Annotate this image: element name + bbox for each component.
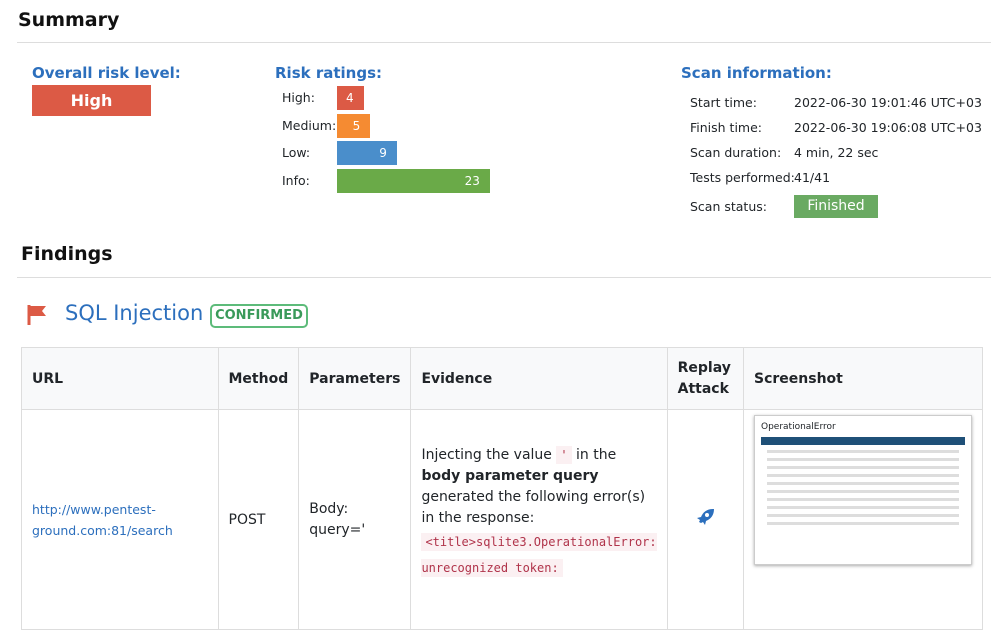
evidence-error: <title>sqlite3.OperationalError: unrecog… [421, 533, 657, 577]
rating-bar-high: 4 [337, 86, 364, 110]
divider [17, 42, 991, 43]
method-cell: POST [217, 409, 300, 630]
evidence-parameter: body parameter query [421, 468, 599, 484]
col-parameters: Parameters [298, 347, 412, 410]
evidence-text: Injecting the value [421, 447, 557, 463]
rating-bar-info: 23 [337, 168, 490, 193]
vulnerability-title: SQL Injection [65, 301, 204, 325]
scan-info-value: 2022-06-30 19:01:46 UTC+03 [794, 95, 982, 110]
scan-info-label: Tests performed: [690, 170, 795, 185]
finding-url-link[interactable]: http://www.pentest-ground.com:81/search [32, 502, 173, 538]
parameters-cell: Body: query=' [298, 409, 412, 630]
confirmed-badge: CONFIRMED [210, 304, 308, 328]
overall-risk-badge: High [32, 85, 151, 116]
evidence-cell: Injecting the value ' in the body parame… [410, 409, 668, 630]
overall-risk-label: Overall risk level: [32, 64, 181, 82]
col-replay-attack: Replay Attack [666, 347, 745, 410]
scan-info-label: Scan duration: [690, 145, 782, 160]
screenshot-thumbnail[interactable]: OperationalError [754, 414, 972, 565]
rating-label: Medium: [282, 117, 337, 133]
col-screenshot: Screenshot [743, 347, 983, 410]
findings-title: Findings [21, 243, 113, 265]
rating-bar-medium: 5 [337, 113, 371, 138]
rocket-icon[interactable] [693, 506, 717, 530]
scan-info-label: Start time: [690, 95, 757, 110]
scan-info-label: Scan status: [690, 199, 767, 214]
table-header-row: URL Method Parameters Evidence Replay At… [21, 347, 983, 410]
divider [17, 277, 991, 278]
risk-ratings-label: Risk ratings: [275, 64, 382, 82]
summary-title: Summary [18, 9, 120, 31]
scan-info-value: 41/41 [794, 170, 831, 185]
scan-info-label: Finish time: [690, 120, 763, 135]
rating-bar-low: 9 [337, 141, 397, 165]
flag-icon [27, 305, 46, 325]
table-row: http://www.pentest-ground.com:81/search … [21, 409, 983, 630]
rating-label: Low: [282, 145, 311, 160]
scan-info-value: 2022-06-30 19:06:08 UTC+03 [794, 120, 982, 135]
scan-status-badge: Finished [794, 195, 878, 218]
screenshot-title: OperationalError [761, 421, 836, 432]
col-url: URL [21, 347, 219, 410]
scan-info-label: Scan information: [681, 64, 832, 82]
col-method: Method [217, 347, 300, 410]
scan-info-value: 4 min, 22 sec [794, 145, 879, 160]
col-evidence: Evidence [410, 347, 668, 410]
evidence-text: generated the following error(s) in the … [421, 489, 646, 526]
rating-label: High: [282, 90, 315, 105]
evidence-value: ' [556, 446, 572, 464]
rating-label: Info: [282, 172, 310, 188]
evidence-text: in the [571, 447, 617, 463]
findings-table: URL Method Parameters Evidence Replay At… [21, 347, 983, 630]
